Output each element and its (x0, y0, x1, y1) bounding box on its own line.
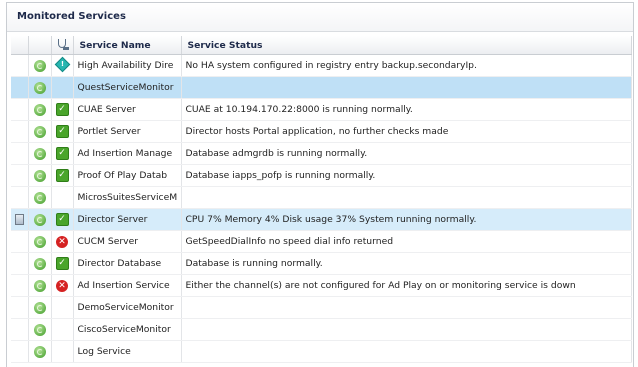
table-row[interactable]: ✓ CUAE Server CUAE at 10.194.170.22:8000… (11, 98, 632, 121)
service-status (181, 296, 632, 319)
table-row[interactable]: ✓ Portlet Server Director hosts Portal a… (11, 120, 632, 143)
service-icon (33, 103, 46, 116)
row-marker (11, 186, 29, 209)
service-status: Director hosts Portal application, no fu… (181, 120, 632, 143)
row-marker (11, 54, 29, 77)
service-status: Database admgrdb is running normally. (181, 142, 632, 165)
service-name: CiscoServiceMonitor (73, 318, 182, 341)
table-row[interactable]: ! High Availability Dire No HA system co… (11, 54, 632, 77)
table-row[interactable]: ✕ Ad Insertion Service Either the channe… (11, 274, 632, 297)
service-name: CUAE Server (73, 98, 182, 121)
table-row[interactable]: ✓ Director Database Database is running … (11, 252, 632, 275)
row-marker (11, 76, 29, 99)
health-empty (51, 296, 74, 319)
service-status: No HA system configured in registry entr… (181, 54, 632, 77)
table-row[interactable]: MicrosSuitesServiceM (11, 186, 632, 209)
service-icon (33, 191, 46, 204)
header-service-icon-column[interactable] (28, 36, 52, 55)
service-status: GetSpeedDialInfo no speed dial info retu… (181, 230, 632, 253)
service-icon (33, 257, 46, 270)
service-status: Either the channel(s) are not configured… (181, 274, 632, 297)
row-marker (11, 230, 29, 253)
table-row-highlighted[interactable]: ✓ Director Server CPU 7% Memory 4% Disk … (11, 208, 632, 231)
row-marker (11, 142, 29, 165)
service-icon (33, 213, 46, 226)
panel-title: Monitored Services (7, 3, 633, 32)
check-icon: ✓ (55, 125, 69, 138)
service-name: Director Database (73, 252, 182, 275)
service-icon (33, 169, 46, 182)
check-icon: ✓ (55, 103, 69, 116)
row-marker (11, 296, 29, 319)
table-row[interactable]: DemoServiceMonitor (11, 296, 632, 319)
table-row[interactable]: Log Service (11, 340, 632, 363)
warning-icon: ! (54, 56, 70, 73)
header-row: Service Name Service Status (11, 36, 632, 55)
service-name: Ad Insertion Manage (73, 142, 182, 165)
service-icon (33, 81, 46, 94)
health-empty (51, 318, 74, 341)
row-marker (11, 98, 29, 121)
table-row[interactable]: CiscoServiceMonitor (11, 318, 632, 341)
service-status: Database iapps_pofp is running normally. (181, 164, 632, 187)
row-marker (11, 274, 29, 297)
service-name: CUCM Server (73, 230, 182, 253)
service-name: DemoServiceMonitor (73, 296, 182, 319)
service-status (181, 76, 632, 99)
service-status: CPU 7% Memory 4% Disk usage 37% System r… (181, 208, 632, 231)
row-marker (11, 318, 29, 341)
error-icon: ✕ (56, 235, 68, 248)
error-icon: ✕ (56, 279, 68, 292)
service-icon (33, 235, 46, 248)
table-row[interactable]: ✓ Ad Insertion Manage Database admgrdb i… (11, 142, 632, 165)
service-status (181, 340, 632, 363)
table-row[interactable]: ✕ CUCM Server GetSpeedDialInfo no speed … (11, 230, 632, 253)
hourglass-icon (14, 214, 24, 225)
service-icon (33, 301, 46, 314)
service-name: Ad Insertion Service (73, 274, 182, 297)
service-name: QuestServiceMonitor (73, 76, 182, 99)
service-icon (33, 345, 46, 358)
stethoscope-icon (56, 39, 69, 51)
table-row-selected[interactable]: QuestServiceMonitor (11, 76, 632, 99)
table-row[interactable]: ✓ Proof Of Play Datab Database iapps_pof… (11, 164, 632, 187)
service-icon (33, 323, 46, 336)
service-status (181, 318, 632, 341)
check-icon: ✓ (55, 169, 69, 182)
health-empty (51, 340, 74, 363)
service-icon (33, 59, 46, 72)
header-service-status[interactable]: Service Status (181, 36, 632, 55)
service-name: High Availability Dire (73, 54, 182, 77)
row-marker (11, 120, 29, 143)
check-icon: ✓ (55, 257, 69, 270)
check-icon: ✓ (55, 147, 69, 160)
service-icon (33, 279, 46, 292)
header-marker-column[interactable] (11, 36, 29, 55)
service-status (181, 186, 632, 209)
service-name: Log Service (73, 340, 182, 363)
header-health-column[interactable] (51, 36, 74, 55)
row-marker (11, 340, 29, 363)
services-grid: Service Name Service Status ! High Avail… (11, 36, 633, 363)
monitored-services-panel: Monitored Services Service Name Service … (6, 2, 634, 367)
service-name: Director Server (73, 208, 182, 231)
row-marker (11, 164, 29, 187)
check-icon: ✓ (55, 213, 69, 226)
header-service-name[interactable]: Service Name (73, 36, 182, 55)
service-status: CUAE at 10.194.170.22:8000 is running no… (181, 98, 632, 121)
health-empty (51, 186, 74, 209)
row-marker (11, 252, 29, 275)
service-icon (33, 147, 46, 160)
service-icon (33, 125, 46, 138)
health-empty (51, 76, 74, 99)
service-status: Database is running normally. (181, 252, 632, 275)
service-name: Portlet Server (73, 120, 182, 143)
service-name: MicrosSuitesServiceM (73, 186, 182, 209)
service-name: Proof Of Play Datab (73, 164, 182, 187)
